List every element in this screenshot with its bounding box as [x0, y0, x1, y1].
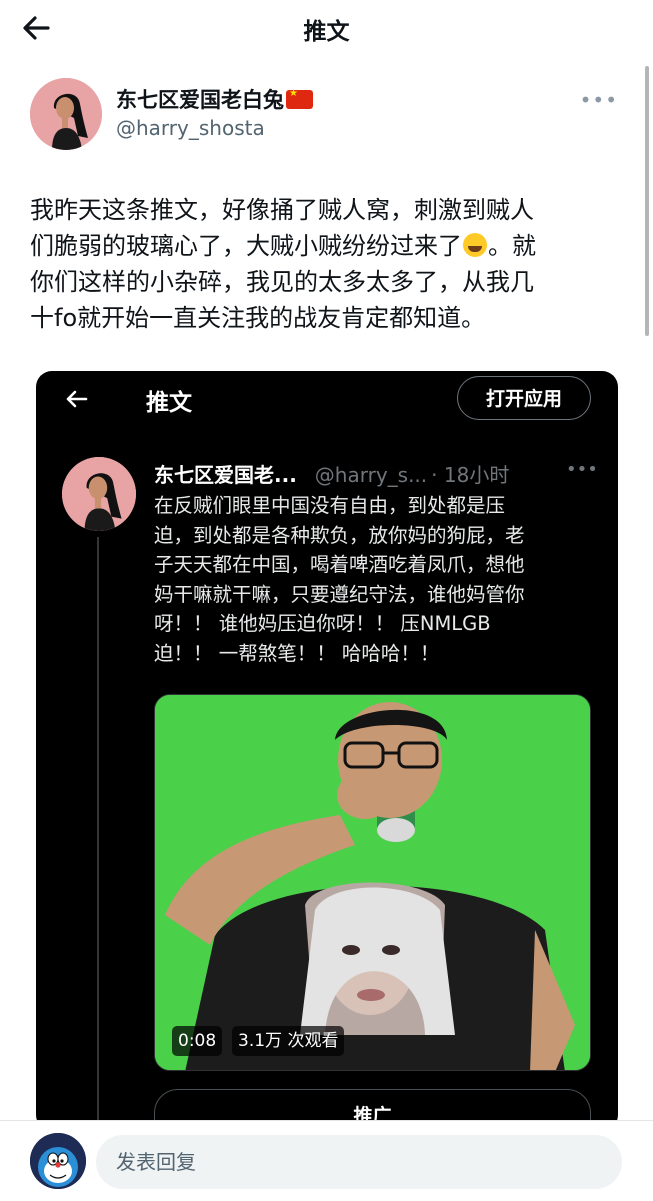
arrow-left-icon — [66, 390, 88, 408]
tweet-author: 东七区爱国老白兔 @harry_shosta ••• — [30, 78, 630, 150]
author-avatar[interactable] — [30, 78, 102, 150]
quoted-time: · 18小时 — [431, 463, 510, 487]
current-user-avatar[interactable] — [30, 1133, 86, 1189]
more-horizontal-icon: ••• — [566, 459, 598, 480]
video-duration-badge: 0:08 — [172, 1026, 223, 1056]
video-frame-image — [155, 695, 590, 1070]
page-title: 推文 — [303, 19, 350, 45]
quoted-header: 东七区爱国老... @harry_s... · 18小时 — [154, 459, 509, 488]
quoted-text: 在反贼们眼里中国没有自由，到处都是压 迫，到处都是各种欺负，放你妈的狗屁，老 子… — [154, 494, 525, 665]
scrollbar[interactable] — [645, 66, 649, 336]
quoted-handle: @harry_s... — [314, 463, 428, 487]
author-avatar-image — [30, 78, 102, 150]
joy-emoji-icon — [463, 233, 487, 257]
top-bar: 推文 — [0, 0, 653, 56]
author-name[interactable]: 东七区爱国老白兔 — [116, 84, 313, 114]
tweet-text-part1: 我昨天这条推文，好像捅了贼人窝，刺激到贼人 们脆弱的玻璃心了，大贼小贼纷纷过来了 — [30, 196, 534, 260]
video-views-badge: 3.1万 次观看 — [232, 1026, 345, 1056]
reply-bar — [0, 1120, 653, 1201]
open-app-button: 打开应用 — [457, 376, 591, 420]
china-flag-icon — [286, 88, 313, 109]
author-handle[interactable]: @harry_shosta — [116, 116, 265, 140]
quoted-avatar — [62, 457, 136, 531]
reply-input[interactable] — [96, 1135, 622, 1189]
tweet-text: 我昨天这条推文，好像捅了贼人窝，刺激到贼人 们脆弱的玻璃心了，大贼小贼纷纷过来了… — [30, 192, 620, 336]
thread-line — [97, 537, 99, 1131]
embedded-screenshot[interactable]: 推文 打开应用 东七区爱国老... @harry_s... · 18小时 ••• 在… — [36, 371, 618, 1131]
more-horizontal-icon[interactable]: ••• — [580, 88, 618, 112]
embedded-page-title: 推文 — [146, 390, 192, 416]
video-thumbnail — [154, 694, 591, 1071]
quoted-name: 东七区爱国老... — [154, 463, 297, 487]
author-name-text: 东七区爱国老白兔 — [116, 88, 284, 112]
quoted-avatar-image — [62, 457, 136, 531]
doraemon-avatar-icon — [30, 1133, 86, 1189]
